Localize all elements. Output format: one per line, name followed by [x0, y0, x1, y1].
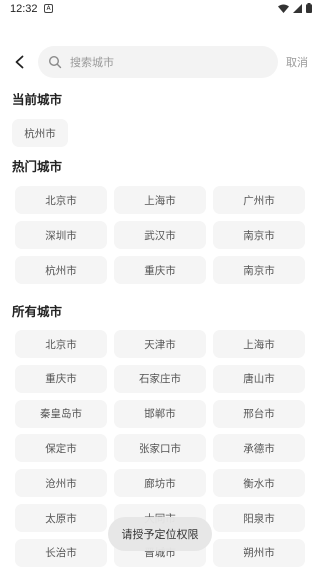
hot-city-chip[interactable]: 上海市	[114, 186, 206, 214]
city-chip[interactable]: 朔州市	[213, 538, 305, 567]
hot-city-chip[interactable]: 武汉市	[114, 221, 206, 249]
city-chip[interactable]: 保定市	[15, 434, 107, 463]
city-chip[interactable]: 承德市	[213, 434, 305, 463]
chevron-left-icon	[15, 55, 24, 69]
permission-toast: 请授予定位权限	[108, 517, 212, 551]
hot-city-chip[interactable]: 广州市	[213, 186, 305, 214]
city-chip[interactable]: 沧州市	[15, 469, 107, 498]
hot-city-chip[interactable]: 杭州市	[15, 256, 107, 284]
hot-city-chip[interactable]: 北京市	[15, 186, 107, 214]
city-chip[interactable]: 邯郸市	[114, 399, 206, 428]
status-time: 12:32	[10, 3, 38, 15]
city-chip[interactable]: 唐山市	[213, 364, 305, 393]
search-input[interactable]	[68, 54, 262, 70]
city-chip[interactable]: 石家庄市	[114, 364, 206, 393]
city-chip[interactable]: 廊坊市	[114, 469, 206, 498]
search-icon	[48, 55, 62, 69]
hot-city-chip[interactable]: 重庆市	[114, 256, 206, 284]
battery-icon	[306, 3, 312, 13]
current-city-title: 当前城市	[12, 92, 63, 107]
city-chip[interactable]: 北京市	[15, 330, 107, 358]
search-box[interactable]	[38, 46, 278, 78]
city-chip[interactable]: 张家口市	[114, 434, 206, 463]
hot-city-chip[interactable]: 深圳市	[15, 221, 107, 249]
system-icons	[278, 3, 312, 13]
city-chip[interactable]: 邢台市	[213, 399, 305, 428]
city-chip[interactable]: 重庆市	[15, 364, 107, 393]
signal-icon	[293, 3, 302, 13]
all-cities-title: 所有城市	[12, 304, 63, 319]
city-chip[interactable]: 秦皇岛市	[15, 399, 107, 428]
city-chip[interactable]: 衡水市	[213, 469, 305, 498]
wifi-icon	[278, 4, 289, 13]
city-chip[interactable]: 太原市	[15, 504, 107, 532]
hot-cities-title: 热门城市	[12, 159, 63, 174]
status-bar: 12:32 A	[0, 0, 320, 20]
notification-icon: A	[44, 4, 53, 13]
hot-city-chip[interactable]: 南京市	[213, 256, 305, 284]
city-chip[interactable]: 天津市	[114, 330, 206, 358]
city-chip[interactable]: 上海市	[213, 330, 305, 358]
city-chip[interactable]: 长治市	[15, 538, 107, 567]
hot-city-chip[interactable]: 南京市	[213, 221, 305, 249]
cancel-button[interactable]: 取消	[286, 54, 308, 70]
search-header: 取消	[0, 44, 320, 80]
city-chip[interactable]: 阳泉市	[213, 504, 305, 532]
back-button[interactable]	[8, 50, 32, 74]
current-city-chip[interactable]: 杭州市	[12, 119, 68, 147]
